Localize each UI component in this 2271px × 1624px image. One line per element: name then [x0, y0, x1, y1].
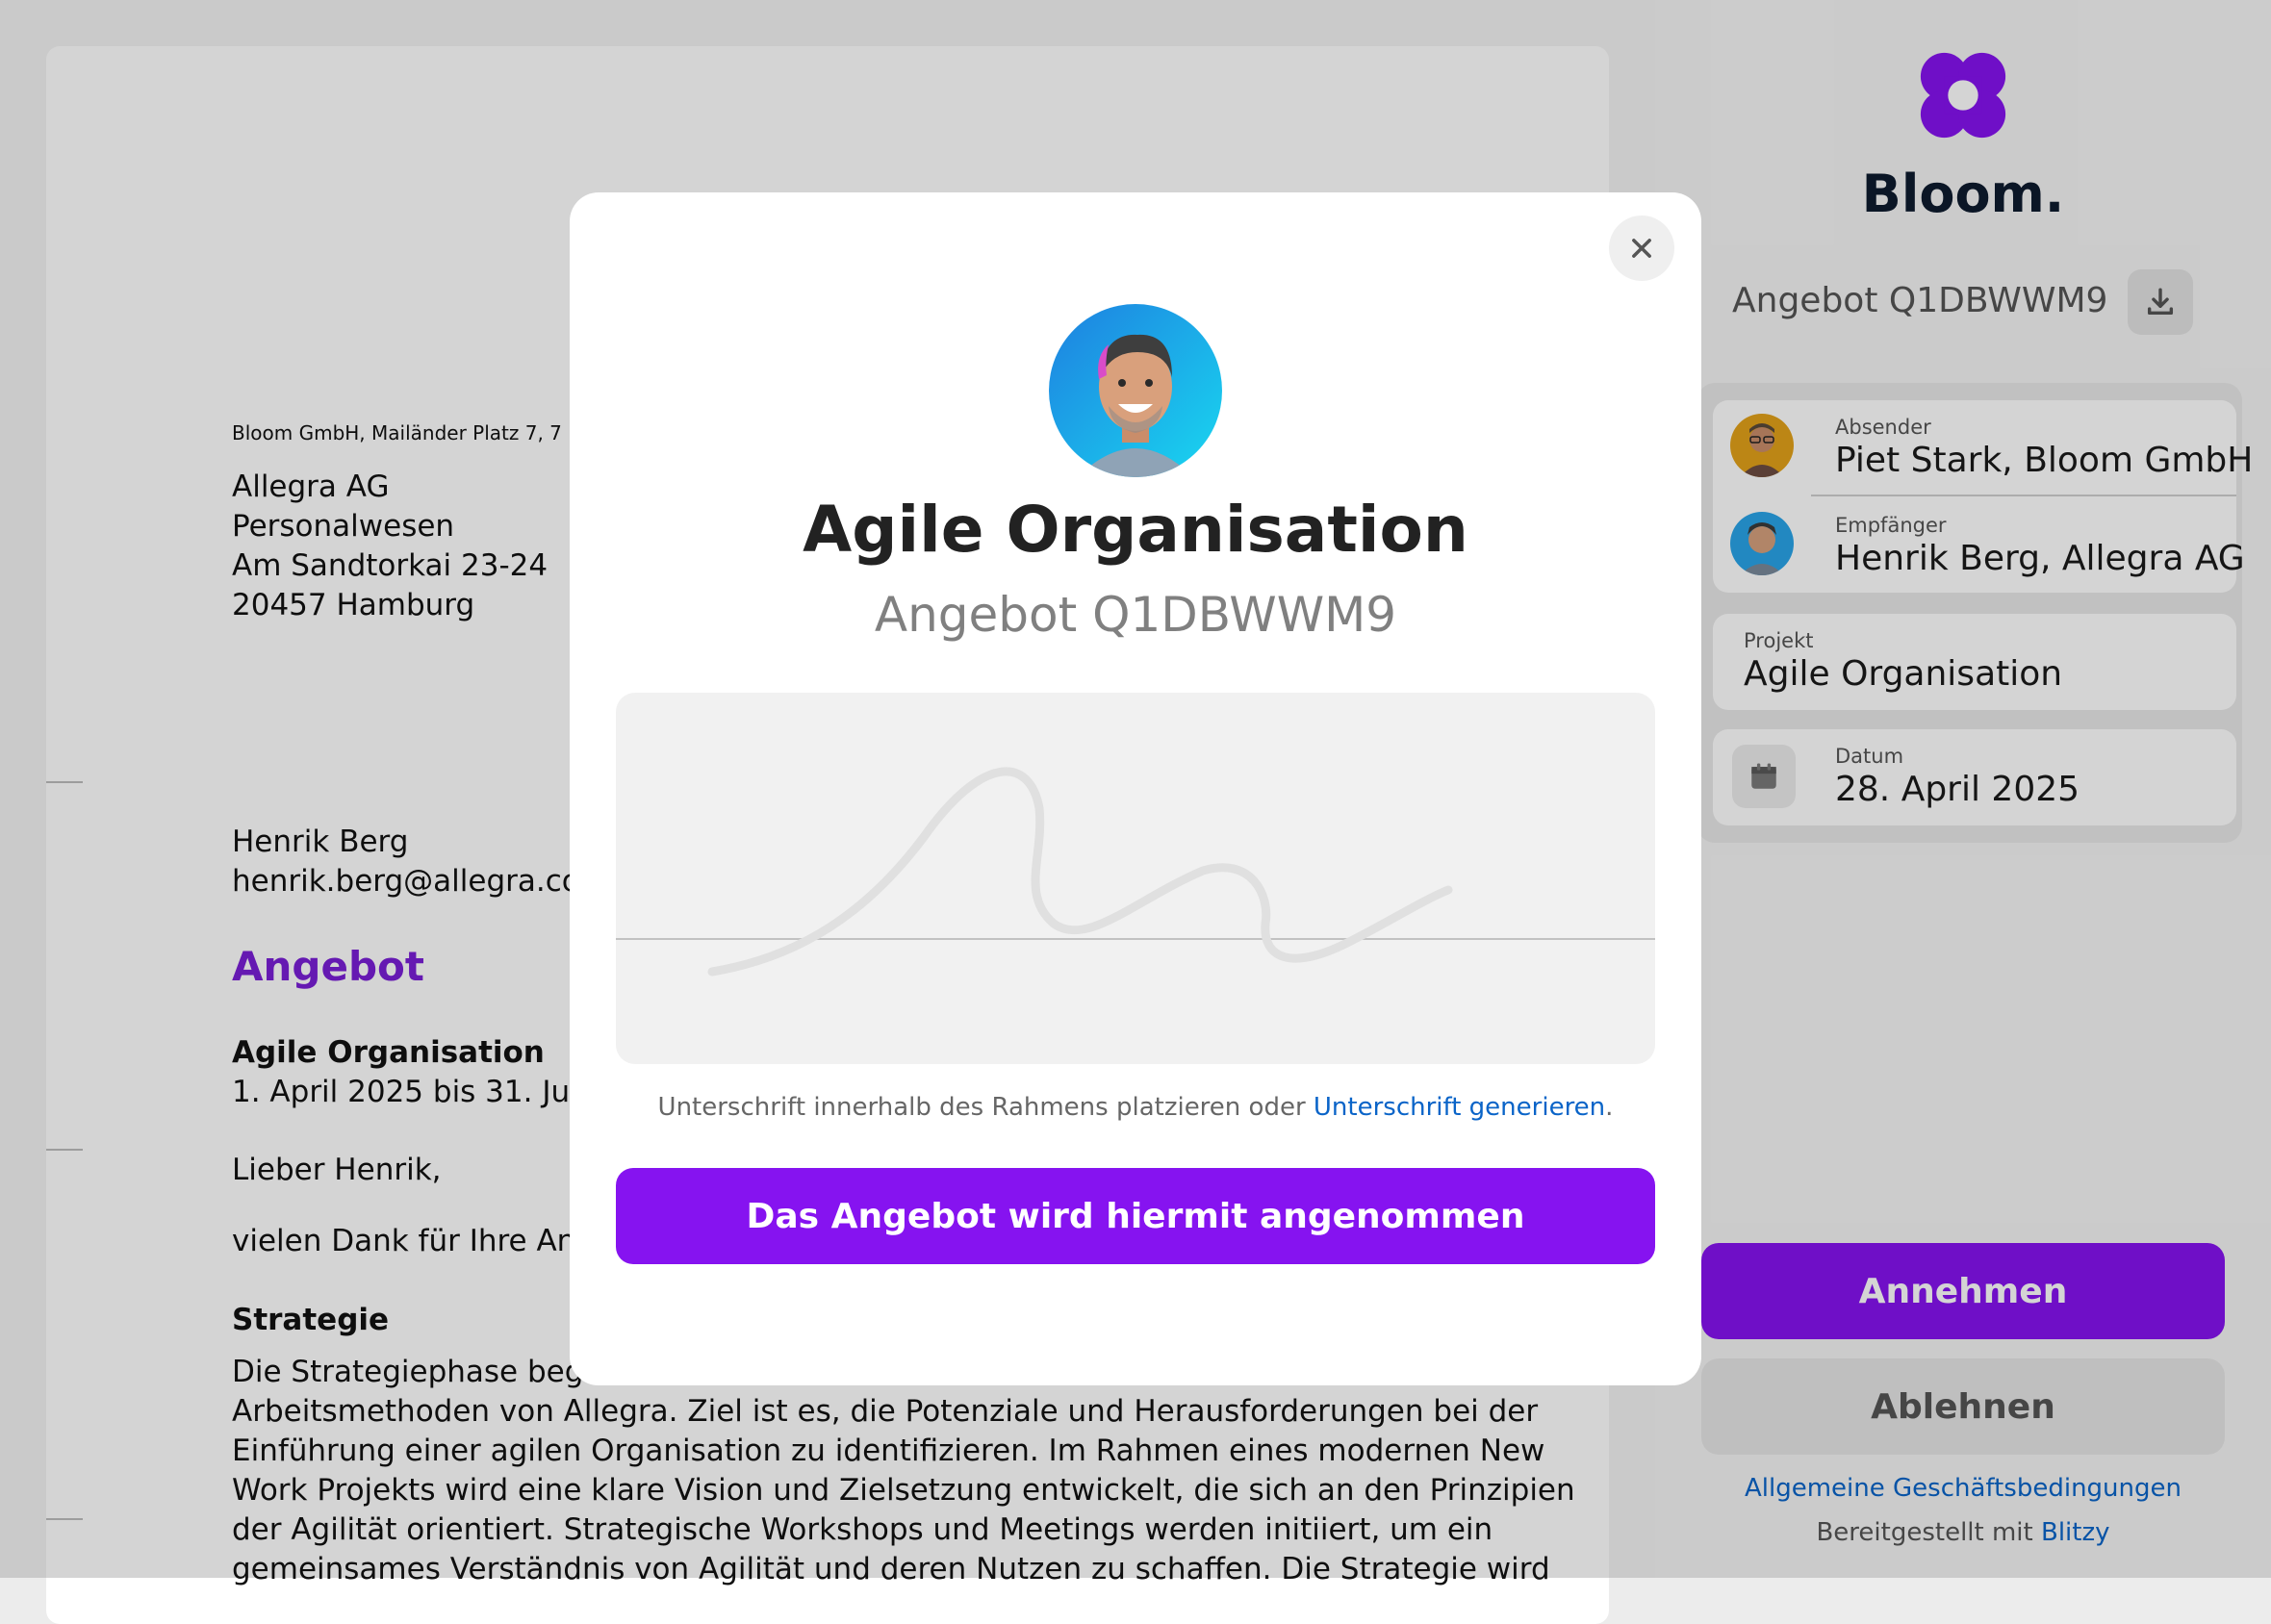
recipient-portrait: [1049, 304, 1222, 477]
confirm-accept-button[interactable]: Das Angebot wird hiermit angenommen: [616, 1168, 1655, 1264]
close-button[interactable]: [1609, 216, 1674, 281]
signature-hint: Unterschrift innerhalb des Rahmens platz…: [570, 1093, 1701, 1122]
dialog-subtitle: Angebot Q1DBWWM9: [874, 587, 1397, 643]
hint-text: Unterschrift innerhalb des Rahmens platz…: [657, 1093, 1306, 1122]
signature-dialog: Agile Organisation Angebot Q1DBWWM9 Unte…: [570, 192, 1701, 1385]
dialog-title: Agile Organisation: [803, 493, 1468, 567]
signature-pad[interactable]: [616, 693, 1655, 1064]
close-icon: [1632, 239, 1651, 258]
hint-end: .: [1605, 1093, 1614, 1122]
signature-placeholder-stroke: [707, 767, 1453, 977]
generate-signature-link[interactable]: Unterschrift generieren: [1314, 1093, 1605, 1122]
